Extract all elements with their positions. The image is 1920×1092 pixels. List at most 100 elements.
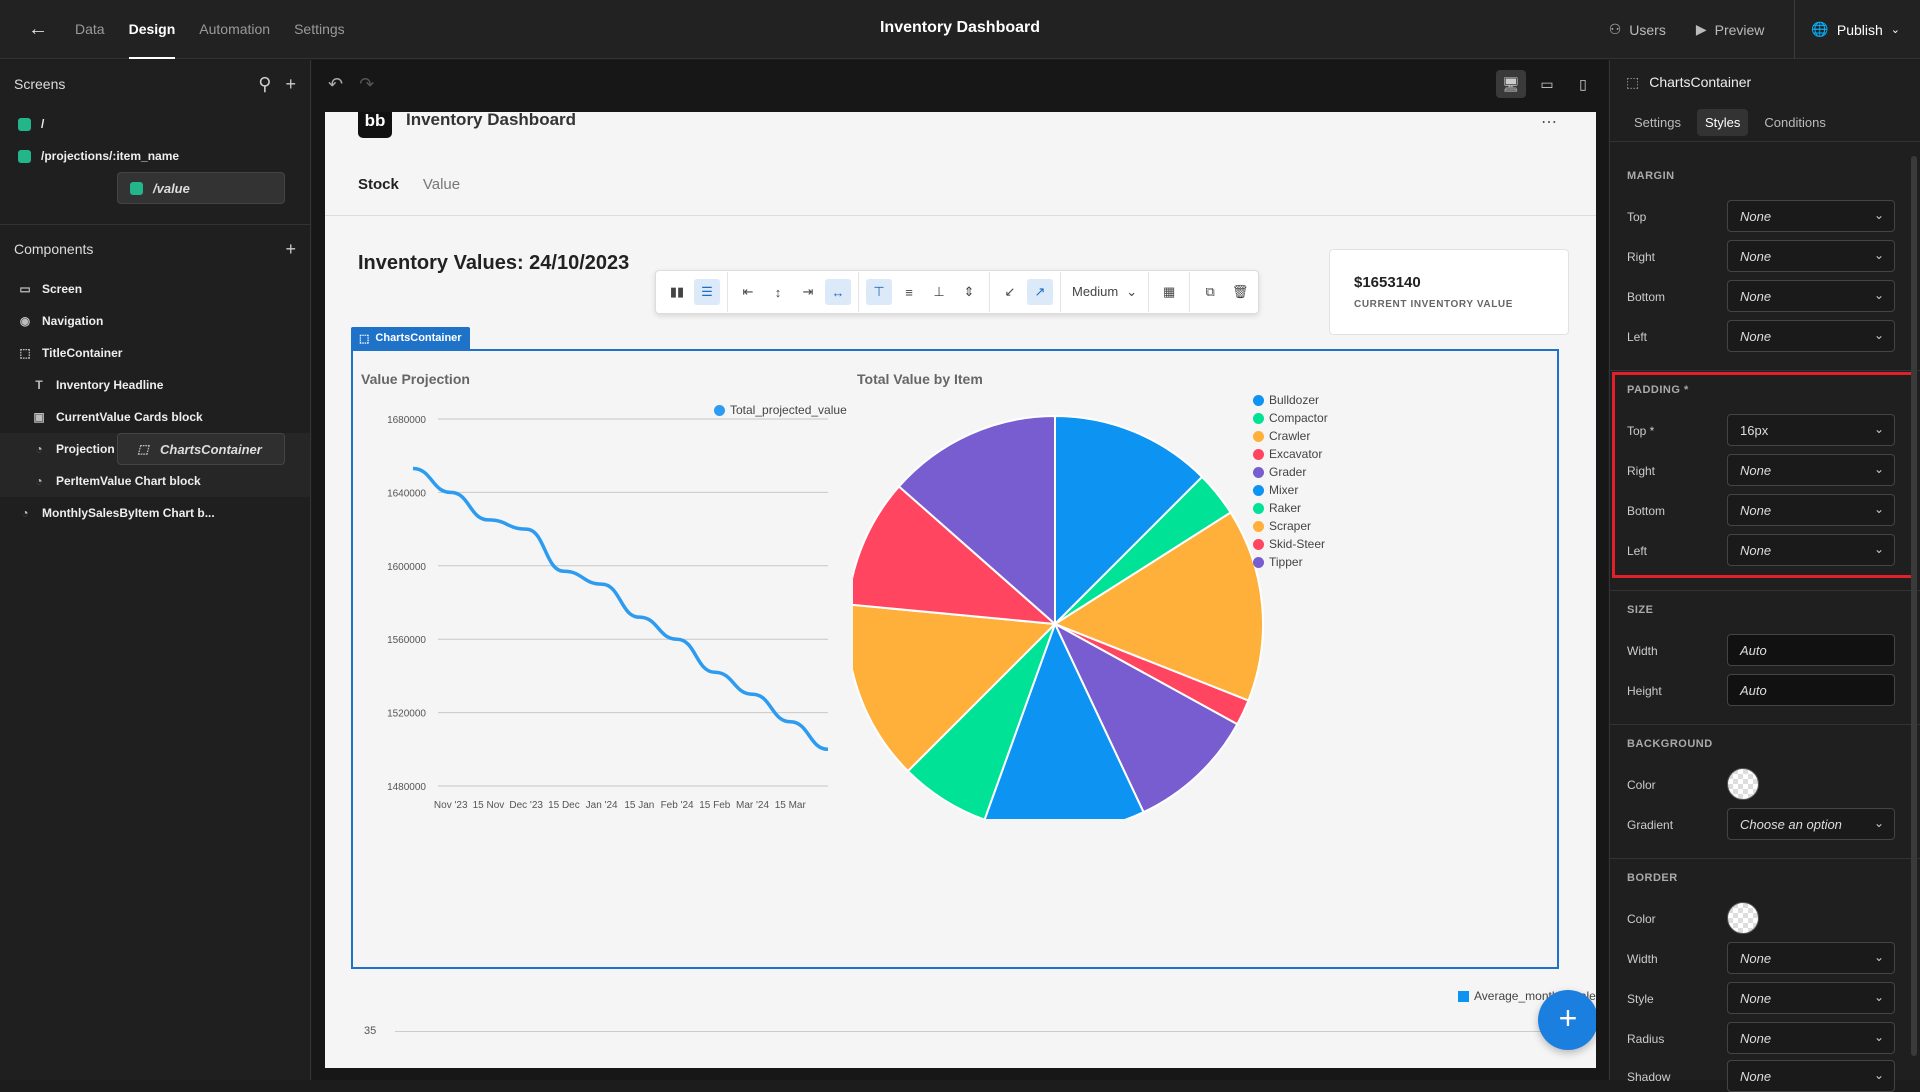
component-inventory-headline[interactable]: T Inventory Headline <box>0 369 310 401</box>
screen-item-value[interactable]: /value <box>117 172 285 204</box>
tab-settings[interactable]: Settings <box>294 0 345 59</box>
scrollbar[interactable] <box>1911 156 1917 1056</box>
valign-stretch-icon[interactable]: ⇕ <box>956 279 982 305</box>
add-fab-button[interactable]: + <box>1538 990 1596 1050</box>
margin-left-select[interactable]: None ⌄ <box>1727 320 1895 352</box>
divider <box>989 272 990 312</box>
border-radius-select[interactable]: None ⌄ <box>1727 1022 1895 1054</box>
search-icon[interactable]: ⚲ <box>258 74 271 95</box>
component-navigation[interactable]: ◉ Navigation <box>0 305 310 337</box>
screen-item-root[interactable]: / <box>0 108 310 140</box>
align-left-icon[interactable]: ⇤ <box>735 279 761 305</box>
shadow-select[interactable]: None ⌄ <box>1727 1060 1895 1092</box>
add-component-icon[interactable]: + <box>285 239 296 260</box>
padding-top-select[interactable]: 16px ⌄ <box>1727 414 1895 446</box>
pie-legend-item: Raker <box>1253 499 1353 517</box>
selected-component-header: ⬚ ChartsContainer <box>1626 73 1752 91</box>
padding-left-select[interactable]: None ⌄ <box>1727 534 1895 566</box>
tab-automation[interactable]: Automation <box>199 0 270 59</box>
tab-stock[interactable]: Stock <box>358 176 399 193</box>
align-center-icon[interactable]: ↕ <box>765 279 791 305</box>
border-style-label: Style <box>1627 992 1654 1006</box>
legend-dot <box>1253 394 1264 406</box>
border-width-select[interactable]: None ⌄ <box>1727 942 1895 974</box>
users-button[interactable]: ⚇ Users <box>1609 21 1666 38</box>
margin-bottom-select[interactable]: None ⌄ <box>1727 280 1895 312</box>
screen-icon: ▭ <box>19 282 31 296</box>
inventory-headline[interactable]: Inventory Values: 24/10/2023 <box>358 252 629 275</box>
tablet-icon[interactable]: ▭ <box>1532 70 1562 98</box>
legend-dot <box>1253 484 1264 496</box>
add-screen-icon[interactable]: + <box>285 74 296 95</box>
align-stretch-icon[interactable]: ↔ <box>825 279 851 305</box>
y-tick-label: 1560000 <box>387 635 426 646</box>
chevron-down-icon: ⌄ <box>1890 24 1900 36</box>
expand-icon[interactable]: ↗ <box>1027 279 1053 305</box>
back-arrow-icon[interactable]: ← <box>28 18 50 40</box>
screens-header: Screens ⚲ + <box>0 60 310 108</box>
bg-color-swatch[interactable] <box>1727 768 1759 800</box>
gradient-select[interactable]: Choose an option ⌄ <box>1727 808 1895 840</box>
legend-label: Excavator <box>1269 447 1323 461</box>
top-bar: ← Data Design Automation Settings Invent… <box>0 0 1920 59</box>
x-tick-label: 15 Feb <box>699 800 731 811</box>
valign-bottom-icon[interactable]: ⊥ <box>926 279 952 305</box>
duplicate-icon[interactable]: ⧉ <box>1197 279 1223 305</box>
layout-icon[interactable]: ▦ <box>1156 279 1182 305</box>
tab-value[interactable]: Value <box>423 176 460 193</box>
redo-icon[interactable]: ↷ <box>359 74 374 95</box>
right-panel: ⬚ ChartsContainer Settings Styles Condit… <box>1609 60 1920 1092</box>
height-input[interactable]: Auto <box>1727 674 1895 706</box>
charts-container[interactable]: Value Projection Total_projected_value 1… <box>351 349 1559 969</box>
publish-button[interactable]: 🌐 Publish ⌄ <box>1794 0 1920 59</box>
y-tick-label: 1600000 <box>387 562 426 573</box>
component-peritemvalue-chart[interactable]: ◔ PerItemValue Chart block <box>0 465 310 497</box>
tab-data[interactable]: Data <box>75 0 105 59</box>
canvas-area: ↶ ↷ 🖥 ▭ ▯ bb Inventory Dashboard ⋯ Stock… <box>312 60 1608 1080</box>
border-color-swatch[interactable] <box>1727 902 1759 934</box>
bottom-chart-tick: 35 <box>364 1025 377 1037</box>
margin-top-select[interactable]: None ⌄ <box>1727 200 1895 232</box>
size-select[interactable]: Medium ⌄ <box>1066 284 1143 300</box>
undo-icon[interactable]: ↶ <box>328 74 343 95</box>
divider <box>858 272 859 312</box>
padding-bottom-select[interactable]: None ⌄ <box>1727 494 1895 526</box>
tab-settings[interactable]: Settings <box>1626 109 1689 136</box>
border-style-select[interactable]: None ⌄ <box>1727 982 1895 1014</box>
margin-title: MARGIN <box>1627 170 1675 182</box>
component-currentvalue-cards[interactable]: ▣ CurrentValue Cards block <box>0 401 310 433</box>
component-chartscontainer[interactable]: ⬚ ChartsContainer <box>117 433 285 465</box>
tab-styles[interactable]: Styles <box>1696 109 1749 136</box>
tab-design[interactable]: Design <box>128 0 176 59</box>
valign-middle-icon[interactable]: ≡ <box>896 279 922 305</box>
current-value-card[interactable]: $1653140 CURRENT INVENTORY VALUE <box>1329 249 1569 335</box>
x-tick-label: 15 Dec <box>548 800 580 811</box>
align-right-icon[interactable]: ⇥ <box>795 279 821 305</box>
rows-icon[interactable]: ☰ <box>694 279 720 305</box>
valign-top-icon[interactable]: ⊤ <box>866 279 892 305</box>
legend-dot <box>1253 412 1264 424</box>
pie-legend-item: Tipper <box>1253 553 1353 571</box>
margin-right-select[interactable]: None ⌄ <box>1727 240 1895 272</box>
width-input[interactable]: Auto <box>1727 634 1895 666</box>
component-titlecontainer[interactable]: ⬚ TitleContainer <box>0 337 310 369</box>
legend-label: Grader <box>1269 465 1307 479</box>
padding-right-select[interactable]: None ⌄ <box>1727 454 1895 486</box>
component-monthlysales-chart[interactable]: ◔ MonthlySalesByItem Chart b... <box>0 497 310 529</box>
padding-title: PADDING * <box>1627 384 1689 396</box>
pie-chart <box>853 414 1264 819</box>
component-screen[interactable]: ▭ Screen <box>0 273 310 305</box>
screen-item-projections[interactable]: /projections/:item_name <box>0 140 310 172</box>
divider <box>1060 272 1061 312</box>
desktop-icon[interactable]: 🖥 <box>1496 70 1526 98</box>
shrink-icon[interactable]: ↙ <box>997 279 1023 305</box>
card-label: CURRENT INVENTORY VALUE <box>1354 299 1513 310</box>
legend-dot <box>1253 556 1264 568</box>
delete-icon[interactable]: 🗑 <box>1227 279 1253 305</box>
mobile-icon[interactable]: ▯ <box>1568 70 1598 98</box>
tab-conditions[interactable]: Conditions <box>1756 109 1833 136</box>
container-tag[interactable]: ⬚ ChartsContainer <box>351 327 470 349</box>
preview-button[interactable]: ▶ Preview <box>1696 21 1765 38</box>
columns-icon[interactable]: ▮▮ <box>664 279 690 305</box>
grid-menu-icon[interactable]: ⋯ <box>1541 112 1557 132</box>
